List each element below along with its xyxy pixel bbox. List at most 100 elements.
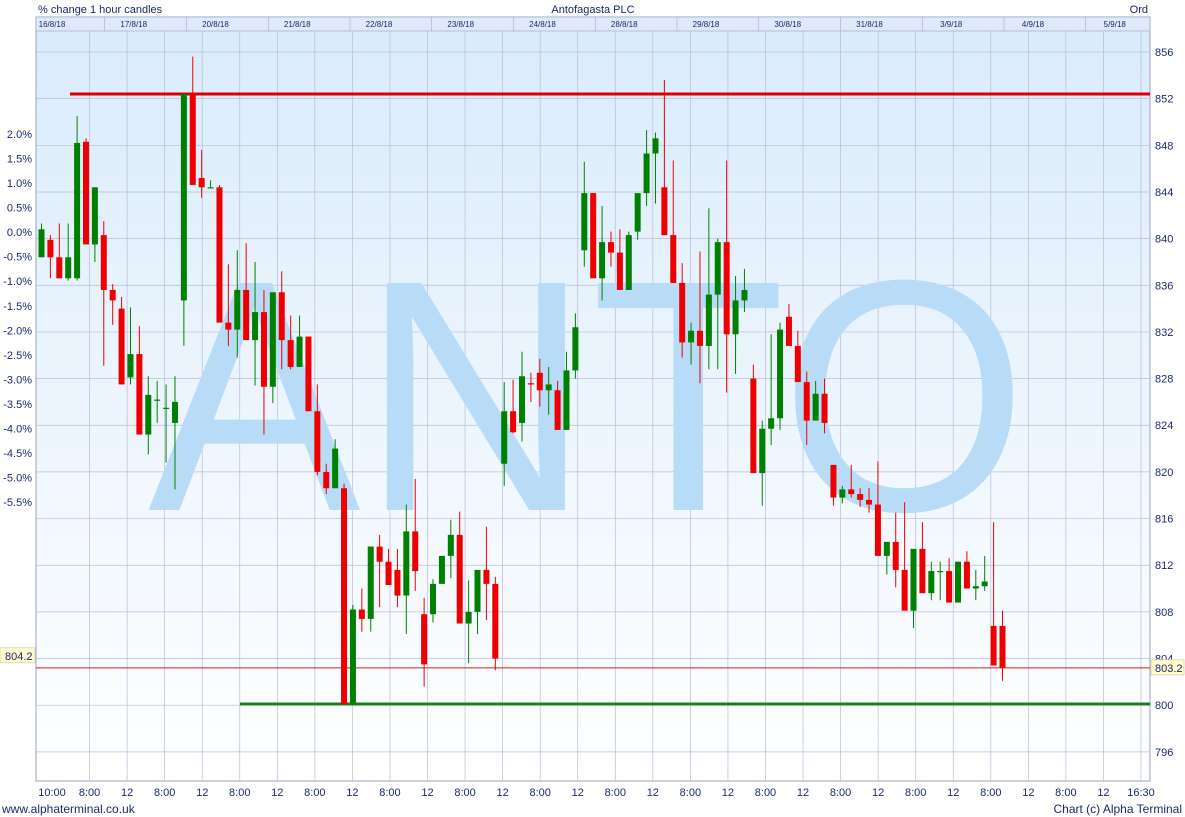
candle-body xyxy=(830,464,837,498)
date-label: 29/8/18 xyxy=(693,20,720,29)
candle-body xyxy=(866,499,873,505)
candle-body xyxy=(198,177,205,188)
x-tick-label: 8:00 xyxy=(755,787,776,799)
x-tick-label: 8:00 xyxy=(680,787,701,799)
candle-body xyxy=(554,390,561,430)
stock-chart: ANTO 16/8/18 17/8/18 20/8/18 21/8/18 22/8/18… xyxy=(0,4,1185,816)
right-tick-label: 844 xyxy=(1155,187,1173,199)
date-label: 4/9/18 xyxy=(1022,20,1045,29)
date-label: 16/8/18 xyxy=(39,20,66,29)
candle-body xyxy=(118,308,125,385)
x-tick-label: 12 xyxy=(496,787,508,799)
left-marker-label: 804.2 xyxy=(5,651,33,663)
left-tick-label: 1.0% xyxy=(7,178,32,190)
x-tick-label: 12 xyxy=(797,787,809,799)
footer-website[interactable]: www.alphaterminal.co.uk xyxy=(1,802,136,816)
left-tick-label: -5.5% xyxy=(3,497,32,509)
candle xyxy=(750,364,757,474)
left-tick-label: -3.5% xyxy=(3,399,32,411)
right-tick-label: 836 xyxy=(1155,280,1173,292)
candle-body xyxy=(581,193,588,251)
candle xyxy=(305,336,312,412)
candle-body xyxy=(180,93,187,301)
candle xyxy=(590,193,597,279)
candle-body xyxy=(714,242,721,295)
candle-body xyxy=(456,534,463,624)
candle-body xyxy=(937,571,944,573)
right-tick-label: 852 xyxy=(1155,94,1173,106)
candle-body xyxy=(625,235,632,290)
candle-body xyxy=(260,312,267,387)
candle-body xyxy=(919,548,926,594)
right-tick-label: 812 xyxy=(1155,560,1173,572)
candle xyxy=(492,576,499,671)
x-tick-label: 8:00 xyxy=(830,787,851,799)
x-tick-label: 12 xyxy=(421,787,433,799)
left-tick-label: -3.0% xyxy=(3,374,32,386)
chart-title: Antofagasta PLC xyxy=(551,4,634,16)
right-tick-label: 848 xyxy=(1155,140,1173,152)
candle-body xyxy=(590,193,597,279)
candle-body xyxy=(732,300,739,335)
candle xyxy=(438,555,445,584)
candle-body xyxy=(839,489,846,498)
x-tick-label: 12 xyxy=(722,787,734,799)
candle-body xyxy=(163,407,170,409)
x-tick-label: 8:00 xyxy=(1055,787,1076,799)
candle-body xyxy=(323,471,330,489)
candle-body xyxy=(252,312,259,341)
candle-body xyxy=(189,93,196,185)
candle-body xyxy=(474,569,481,612)
left-tick-label: -1.5% xyxy=(3,301,32,313)
candle-body xyxy=(963,561,970,589)
date-label: 3/9/18 xyxy=(940,20,963,29)
left-tick-label: -4.5% xyxy=(3,448,32,460)
x-tick-label: 12 xyxy=(647,787,659,799)
candle-body xyxy=(874,504,881,556)
candle-body xyxy=(269,292,276,387)
candle-body xyxy=(438,555,445,584)
date-label: 5/9/18 xyxy=(1104,20,1127,29)
left-tick-label: 1.5% xyxy=(7,154,32,166)
right-tick-label: 796 xyxy=(1155,747,1173,759)
candle-body xyxy=(768,418,775,429)
candle-body xyxy=(447,534,454,556)
candle-body xyxy=(741,289,748,301)
candle-body xyxy=(688,330,695,343)
candle-body xyxy=(803,382,810,421)
candle xyxy=(777,322,784,430)
candle-body xyxy=(65,257,72,279)
candle-body xyxy=(145,394,152,435)
candle-body xyxy=(492,583,499,659)
candle xyxy=(269,292,276,404)
candle-body xyxy=(679,282,686,343)
left-tick-label: -2.0% xyxy=(3,325,32,337)
right-tick-label: 800 xyxy=(1155,700,1173,712)
candle-body xyxy=(928,571,935,594)
candle-body xyxy=(74,142,81,279)
date-label: 22/8/18 xyxy=(366,20,393,29)
right-tick-label: 816 xyxy=(1155,514,1173,526)
candle-body xyxy=(136,354,143,435)
candle-body xyxy=(999,625,1006,668)
candle-body xyxy=(670,235,677,283)
candle-body xyxy=(47,239,54,258)
date-label: 21/8/18 xyxy=(284,20,311,29)
left-tick-label: -1.0% xyxy=(3,276,32,288)
right-tick-label: 856 xyxy=(1155,47,1173,59)
candle-body xyxy=(349,609,356,705)
candle-body xyxy=(981,581,988,587)
left-title: % change 1 hour candles xyxy=(38,4,163,16)
candle-body xyxy=(892,541,899,570)
candle-body xyxy=(127,354,134,378)
candle-body xyxy=(990,625,997,666)
candle-body xyxy=(572,327,579,371)
x-tick-label: 8:00 xyxy=(79,787,100,799)
candle-body xyxy=(536,372,543,391)
candle-body xyxy=(296,336,303,367)
candle xyxy=(349,604,356,706)
left-tick-label: 0.5% xyxy=(7,203,32,215)
candle-body xyxy=(314,411,321,472)
candle-body xyxy=(376,546,383,562)
candle-body xyxy=(367,546,374,619)
